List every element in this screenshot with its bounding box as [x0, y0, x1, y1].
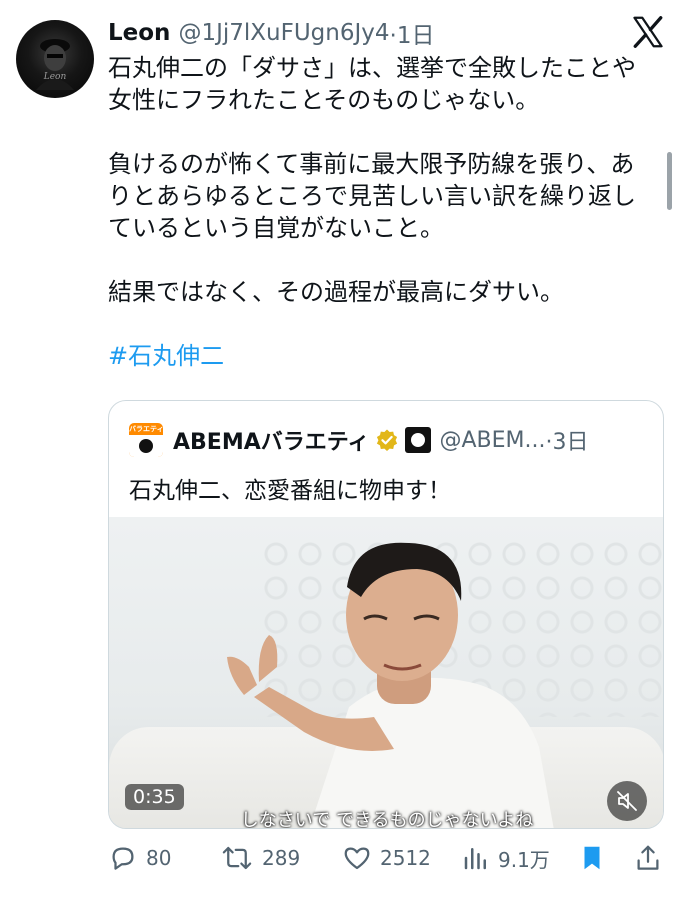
like-count: 2512 — [380, 846, 431, 870]
quoted-tweet[interactable]: バラエティ ABEMAバラエティ @ABEM... ·3日 石丸伸二、恋愛番組に… — [108, 400, 664, 829]
quoted-account-avatar[interactable]: バラエティ — [129, 423, 163, 457]
reply-icon — [112, 847, 134, 870]
quoted-account-name[interactable]: ABEMAバラエティ — [173, 424, 369, 456]
mute-button[interactable] — [607, 781, 647, 821]
video-frame-person — [227, 542, 554, 828]
quoted-tweet-time[interactable]: ·3日 — [545, 424, 588, 456]
verified-badge-icon — [377, 429, 398, 451]
quoted-tweet-text: 石丸伸二、恋愛番組に物申す！ — [129, 478, 451, 504]
retweet-button[interactable]: 289 — [220, 840, 300, 876]
bookmark-icon — [584, 846, 600, 870]
quoted-logo-text: バラエティ — [129, 425, 163, 433]
reply-count: 80 — [146, 846, 172, 870]
action-bar: 80 289 2512 9.1万 — [108, 840, 668, 876]
video-subtitle: しなさいで できるものじゃないよね — [240, 810, 534, 829]
hashtag-link[interactable]: #石丸伸二 — [108, 340, 668, 372]
tweet-paragraph: 負けるのが怖くて事前に最大限予防線を張り、あ りとあらゆるところで見苦しい言い訳… — [108, 150, 636, 242]
tweet-header: Leon @1Jj7lXuFUgn6Jy4 ·1日 — [108, 16, 434, 50]
mute-icon — [617, 791, 637, 811]
share-button[interactable] — [634, 840, 670, 876]
bookmark-button[interactable] — [578, 840, 614, 876]
author-handle[interactable]: @1Jj7lXuFUgn6Jy4 — [178, 20, 389, 46]
scrollbar[interactable] — [667, 152, 672, 210]
video-player[interactable]: 0:35 しなさいで できるものじゃないよね — [109, 517, 663, 829]
tweet-body: 石丸伸二の「ダサさ」は、選挙で全敗したことや 女性にフラれたことそのものじゃない… — [108, 52, 668, 372]
avatar-signature: Leon — [43, 72, 67, 82]
x-logo-icon[interactable] — [630, 14, 666, 50]
avatar-portrait-icon — [36, 39, 74, 90]
share-icon — [637, 845, 659, 870]
tweet-time[interactable]: ·1日 — [390, 16, 435, 50]
retweet-icon — [222, 846, 252, 870]
quoted-tweet-header: バラエティ ABEMAバラエティ @ABEM... ·3日 — [129, 423, 588, 457]
avatar[interactable]: Leon — [16, 20, 94, 98]
views-icon — [464, 848, 486, 870]
retweet-count: 289 — [262, 846, 301, 870]
like-icon — [344, 847, 370, 870]
tweet-paragraph: 結果ではなく、その過程が最高にダサい。 — [108, 278, 564, 306]
quoted-account-handle[interactable]: @ABEM... — [439, 428, 545, 453]
views-count: 9.1万 — [498, 847, 550, 872]
like-button[interactable]: 2512 — [342, 840, 431, 876]
author-name[interactable]: Leon — [108, 20, 170, 46]
affiliate-badge-icon — [405, 427, 432, 453]
tweet-paragraph: 石丸伸二の「ダサさ」は、選挙で全敗したことや 女性にフラれたことそのものじゃない… — [108, 54, 636, 114]
views-button[interactable]: 9.1万 — [462, 840, 550, 876]
reply-button[interactable]: 80 — [108, 840, 171, 876]
